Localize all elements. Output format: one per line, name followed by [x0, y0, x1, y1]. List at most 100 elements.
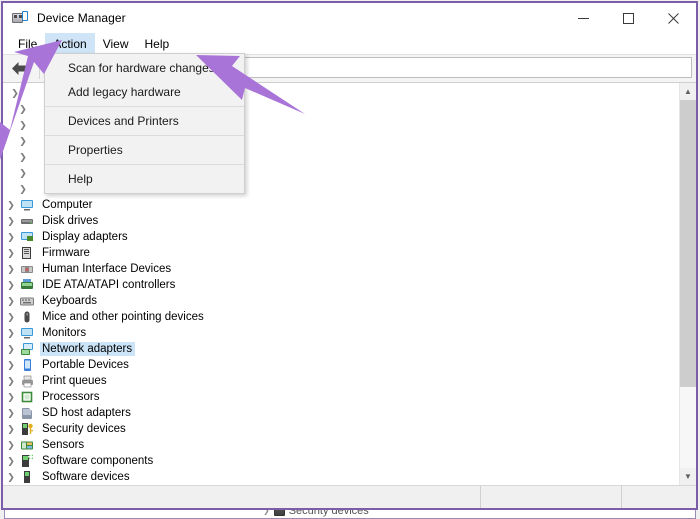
tree-item-print-queues[interactable]: ❯Print queues [3, 373, 679, 389]
chevron-right-icon[interactable]: ❯ [3, 313, 19, 322]
menu-file[interactable]: File [10, 33, 45, 54]
window-controls [561, 3, 696, 33]
chevron-right-icon[interactable]: ❯ [3, 473, 19, 482]
chevron-right-icon[interactable]: ❯ [3, 217, 19, 226]
toolbar-separator [39, 59, 40, 79]
tree-item-label: Disk drives [40, 214, 101, 228]
chevron-right-icon[interactable]: ❯ [15, 185, 31, 194]
chevron-right-icon[interactable]: ❯ [3, 329, 19, 338]
chevron-right-icon[interactable]: ❯ [3, 425, 19, 434]
action-menu-dropdown[interactable]: Scan for hardware changes Add legacy har… [44, 53, 245, 194]
maximize-button[interactable] [606, 3, 651, 33]
chevron-right-icon[interactable]: ❯ [3, 409, 19, 418]
tree-item-monitors[interactable]: ❯ Monitors [3, 325, 679, 341]
monitor-icon [19, 326, 35, 340]
print-queue-icon [19, 374, 35, 388]
sensor-icon [19, 438, 35, 452]
scroll-up-icon[interactable]: ▲ [680, 83, 696, 100]
display-adapter-icon [19, 230, 35, 244]
tree-item-label: Processors [40, 390, 103, 404]
computer-icon [19, 198, 35, 212]
tree-item-display-adapters[interactable]: ❯ Display adapters [3, 229, 679, 245]
tree-item-sd-host-adapters[interactable]: ❯ SD host adapters [3, 405, 679, 421]
tree-item-mice-and-other-pointing-devices[interactable]: ❯ Mice and other pointing devices [3, 309, 679, 325]
tree-item-computer[interactable]: ❯Computer [3, 197, 679, 213]
tree-item-label: Mice and other pointing devices [40, 310, 207, 324]
disk-drive-icon [19, 214, 35, 228]
tree-item-keyboards[interactable]: ❯ Keyboards [3, 293, 679, 309]
chevron-right-icon[interactable]: ❯ [3, 361, 19, 370]
ide-controller-icon [19, 278, 35, 292]
tree-item-software-devices[interactable]: ❯ Software devices [3, 469, 679, 485]
chevron-right-icon[interactable]: ❯ [3, 265, 19, 274]
menu-item-scan-for-hardware-changes[interactable]: Scan for hardware changes [45, 56, 244, 80]
chevron-right-icon[interactable]: ❯ [3, 297, 19, 306]
tree-item-network-adapters[interactable]: ❯Network adapters [3, 341, 679, 357]
tree-item-label: Monitors [40, 326, 89, 340]
mouse-icon [19, 310, 35, 324]
tree-item-label: Firmware [40, 246, 93, 260]
menu-action[interactable]: Action [45, 33, 94, 54]
title-bar: Device Manager [3, 3, 696, 33]
toolbar-field[interactable] [243, 57, 692, 78]
security-device-icon [19, 422, 35, 436]
chevron-right-icon[interactable]: ❯ [3, 393, 19, 402]
tree-item-label: Display adapters [40, 230, 131, 244]
chevron-right-icon[interactable]: ❯ [15, 169, 31, 178]
tree-item-software-components[interactable]: ❯Software components [3, 453, 679, 469]
tree-item-label: SD host adapters [40, 406, 134, 420]
chevron-right-icon[interactable]: ❯ [3, 441, 19, 450]
network-adapter-icon [19, 342, 35, 356]
firmware-icon [19, 246, 35, 260]
tree-item-human-interface-devices[interactable]: ❯Human Interface Devices [3, 261, 679, 277]
chevron-right-icon[interactable]: ❯ [3, 281, 19, 290]
tree-item-portable-devices[interactable]: ❯ Portable Devices [3, 357, 679, 373]
status-tertiary [621, 486, 696, 508]
menu-bar: File Action View Help [3, 33, 696, 54]
menu-item-help[interactable]: Help [45, 167, 244, 191]
tree-item-sensors[interactable]: ❯ Sensors [3, 437, 679, 453]
portable-device-icon [19, 358, 35, 372]
chevron-right-icon[interactable]: ❯ [15, 153, 31, 162]
tree-item-processors[interactable]: ❯ Processors [3, 389, 679, 405]
chevron-right-icon[interactable]: ❯ [3, 233, 19, 242]
tree-item-label: IDE ATA/ATAPI controllers [40, 278, 178, 292]
chevron-right-icon[interactable]: ❯ [15, 121, 31, 130]
chevron-right-icon[interactable]: ❯ [3, 345, 19, 354]
close-button[interactable] [651, 3, 696, 33]
menu-item-add-legacy-hardware[interactable]: Add legacy hardware [45, 80, 244, 104]
chevron-right-icon[interactable]: ❯ [3, 249, 19, 258]
menu-view[interactable]: View [95, 33, 137, 54]
minimize-button[interactable] [561, 3, 606, 33]
chevron-right-icon[interactable]: ❯ [3, 457, 19, 466]
menu-item-properties[interactable]: Properties [45, 138, 244, 162]
tree-item-ide-ata-atapi-controllers[interactable]: ❯ IDE ATA/ATAPI controllers [3, 277, 679, 293]
device-manager-icon [12, 10, 28, 26]
tree-item-disk-drives[interactable]: ❯ Disk drives [3, 213, 679, 229]
menu-separator [45, 106, 244, 107]
back-arrow-icon[interactable] [3, 56, 37, 81]
chevron-down-icon[interactable]: ❯ [7, 89, 23, 98]
chevron-right-icon[interactable]: ❯ [15, 105, 31, 114]
tree-item-firmware[interactable]: ❯ Firmware [3, 245, 679, 261]
status-secondary [480, 486, 621, 508]
menu-item-devices-and-printers[interactable]: Devices and Printers [45, 109, 244, 133]
scrollbar-track[interactable] [680, 100, 696, 468]
status-main [3, 486, 480, 508]
vertical-scrollbar[interactable]: ▲ ▼ [679, 83, 696, 485]
chevron-right-icon[interactable]: ❯ [3, 377, 19, 386]
scrollbar-thumb[interactable] [680, 100, 696, 387]
device-manager-window: Device Manager File Action View Help [1, 1, 698, 510]
tree-item-label: Sensors [40, 438, 87, 452]
tree-item-label: Keyboards [40, 294, 100, 308]
sd-host-adapter-icon [19, 406, 35, 420]
tree-item-label: Software devices [40, 470, 133, 484]
tree-item-security-devices[interactable]: ❯Security devices [3, 421, 679, 437]
chevron-right-icon[interactable]: ❯ [3, 201, 19, 210]
processor-icon [19, 390, 35, 404]
chevron-right-icon[interactable]: ❯ [15, 137, 31, 146]
tree-item-label: Portable Devices [40, 358, 132, 372]
scroll-down-icon[interactable]: ▼ [680, 468, 696, 485]
window-title: Device Manager [37, 11, 126, 25]
menu-help[interactable]: Help [137, 33, 178, 54]
